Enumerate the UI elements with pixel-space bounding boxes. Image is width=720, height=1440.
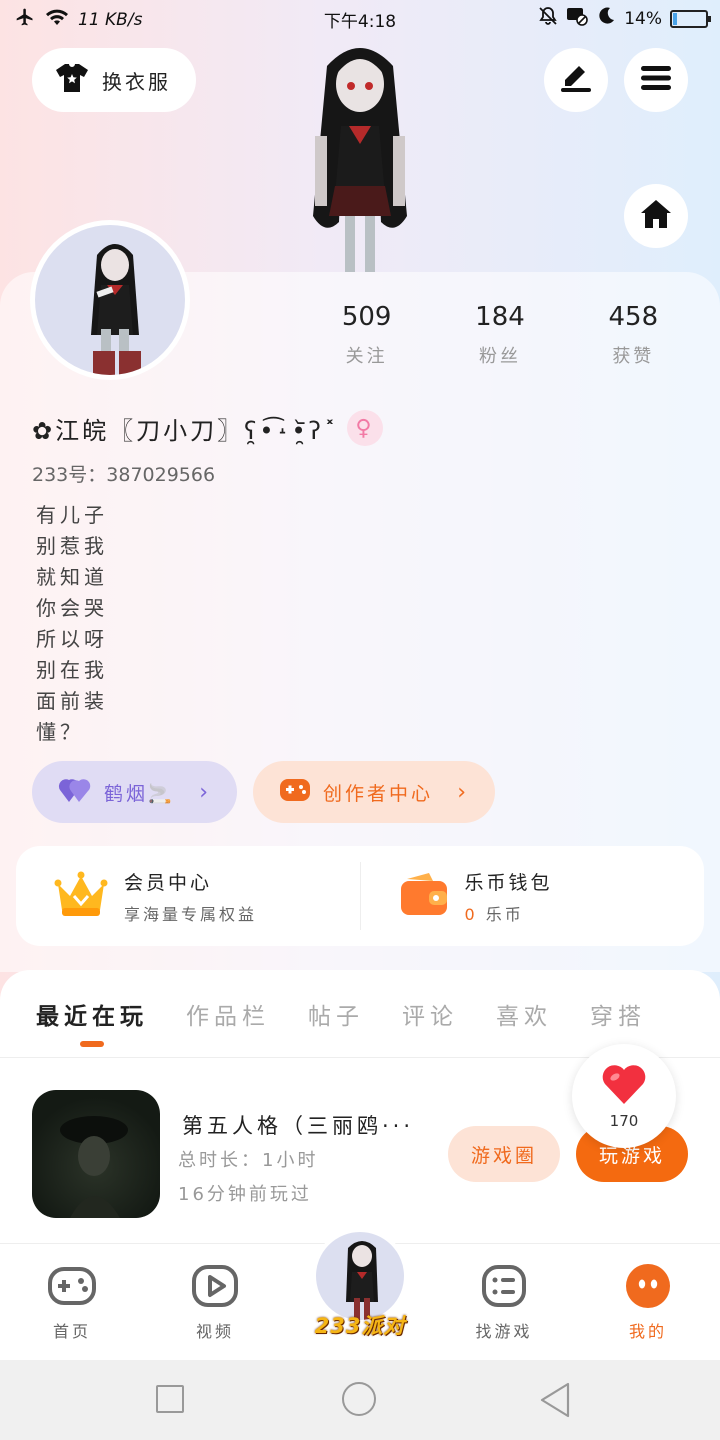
- message-blocked-icon: [566, 6, 589, 31]
- profile-stats: 509 关注 184 粉丝 458 获赞: [300, 302, 700, 368]
- bio: 有儿子 别惹我 就知道 你会哭 所以呀 别在我 面前装 懂？: [36, 500, 108, 748]
- tshirt-icon: [54, 62, 90, 99]
- likes-label: 获赞: [612, 346, 655, 367]
- stat-fans[interactable]: 184 粉丝: [433, 302, 566, 368]
- battery-icon: [670, 9, 711, 28]
- username-row: ✿江皖〖刀小刀〗ʕ̯•͡˔•̯᷅ʔ˟ ♀: [32, 410, 383, 446]
- like-button[interactable]: 170: [572, 1044, 676, 1148]
- nav-home[interactable]: 首页: [22, 1262, 122, 1342]
- game-thumbnail[interactable]: [32, 1090, 160, 1218]
- mute-icon: [538, 6, 558, 31]
- play-icon: [165, 1262, 265, 1310]
- bio-line: 有儿子: [36, 503, 108, 527]
- bio-line: 就知道: [36, 565, 108, 589]
- nav-home-label: 首页: [52, 1322, 91, 1341]
- avatar[interactable]: [30, 220, 190, 380]
- bio-line: 别惹我: [36, 534, 108, 558]
- game-title: 第五人格（三丽鸥···: [182, 1114, 415, 1138]
- member-center-subtitle: 享海量专属权益: [124, 904, 258, 924]
- female-gender-icon: ♀: [346, 410, 383, 446]
- tab-works[interactable]: 作品栏: [186, 997, 270, 1031]
- nav-video-label: 视频: [195, 1322, 234, 1341]
- game-circle-button[interactable]: 游戏圈: [448, 1126, 560, 1182]
- tab-likes[interactable]: 喜欢: [496, 997, 552, 1031]
- creator-center-label: 创作者中心: [323, 782, 434, 805]
- menu-button[interactable]: [624, 48, 688, 112]
- nav-find-games-label: 找游戏: [475, 1322, 533, 1341]
- member-wallet-card: 会员中心 享海量专属权益 乐币钱包 0 乐币: [16, 846, 704, 946]
- game-last-played: 16分钟前玩过: [178, 1184, 312, 1205]
- stat-following[interactable]: 509 关注: [300, 302, 433, 368]
- guild-chip[interactable]: 鹤烟🚬 ›: [32, 761, 237, 823]
- bio-line: 你会哭: [36, 596, 108, 620]
- tab-posts[interactable]: 帖子: [308, 997, 364, 1031]
- purple-heart-icon: [58, 776, 92, 809]
- wallet-balance: 0: [464, 904, 478, 924]
- change-outfit-label: 换衣服: [102, 69, 171, 94]
- tab-comments[interactable]: 评论: [402, 997, 458, 1031]
- game-total-time: 总时长：1小时: [178, 1150, 319, 1171]
- profile-face-icon: [598, 1262, 698, 1310]
- chevron-right-icon: ›: [199, 779, 211, 805]
- pen-icon: [559, 63, 593, 97]
- member-center[interactable]: 会员中心 享海量专属权益: [16, 846, 360, 946]
- home-circle-icon[interactable]: [342, 1382, 376, 1416]
- edit-button[interactable]: [544, 48, 608, 112]
- battery-percent: 14%: [624, 8, 662, 29]
- back-triangle-icon[interactable]: [538, 1382, 572, 1422]
- house-icon: [639, 198, 673, 234]
- gamepad-icon: [22, 1262, 122, 1310]
- tab-outfits[interactable]: 穿搭: [590, 997, 646, 1031]
- likes-count: 458: [608, 302, 659, 332]
- nav-233-party-label: 233派对: [314, 1314, 406, 1338]
- hamburger-icon: [640, 65, 672, 95]
- fans-count: 184: [475, 302, 525, 332]
- member-center-title: 会员中心: [124, 871, 213, 894]
- moon-icon: [596, 6, 616, 31]
- following-count: 509: [341, 302, 392, 332]
- wallet-title: 乐币钱包: [464, 871, 553, 894]
- change-outfit-button[interactable]: 换衣服: [32, 48, 196, 112]
- tab-recently-played[interactable]: 最近在玩: [36, 997, 148, 1047]
- wallet[interactable]: 乐币钱包 0 乐币: [361, 846, 705, 946]
- bio-line: 懂？: [36, 720, 84, 744]
- list-icon: [454, 1262, 554, 1310]
- wallet-unit: 乐币: [485, 904, 524, 924]
- bottom-nav: 首页 视频 233派对 找游戏 我的: [0, 1228, 720, 1360]
- creator-center-chip[interactable]: 创作者中心 ›: [253, 761, 495, 823]
- avatar-character-figure[interactable]: [285, 36, 435, 276]
- stat-likes[interactable]: 458 获赞: [567, 302, 700, 368]
- nav-mine[interactable]: 我的: [598, 1262, 698, 1342]
- bio-line: 别在我: [36, 658, 108, 682]
- user-id[interactable]: 233号：387029566: [32, 460, 215, 487]
- following-label: 关注: [345, 346, 388, 367]
- like-count: 170: [609, 1112, 639, 1130]
- recent-apps-icon[interactable]: [156, 1385, 184, 1413]
- bio-line: 面前装: [36, 689, 108, 713]
- nav-video[interactable]: 视频: [165, 1262, 265, 1342]
- guild-chip-label: 鹤烟🚬: [104, 782, 175, 805]
- status-bar: 11 KB/s 下午4:18 14%: [0, 0, 720, 36]
- wallet-icon: [399, 871, 449, 921]
- gamepad-icon: [279, 777, 311, 808]
- heart-icon: [600, 1062, 648, 1110]
- chevron-right-icon: ›: [457, 779, 469, 805]
- crown-icon: [54, 870, 108, 922]
- username: ✿江皖〖刀小刀〗ʕ̯•͡˔•̯᷅ʔ˟: [32, 416, 339, 445]
- fans-label: 粉丝: [478, 346, 521, 367]
- homepage-button[interactable]: [624, 184, 688, 248]
- system-nav-bar: [0, 1360, 720, 1440]
- nav-find-games[interactable]: 找游戏: [454, 1262, 554, 1342]
- nav-mine-label: 我的: [628, 1322, 667, 1341]
- bio-line: 所以呀: [36, 627, 108, 651]
